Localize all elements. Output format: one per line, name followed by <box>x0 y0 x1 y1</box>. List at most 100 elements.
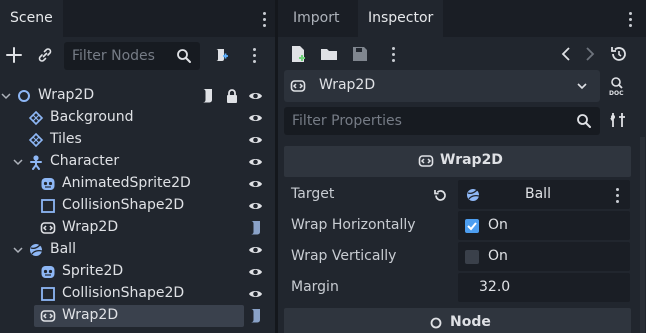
chevron-down-icon <box>577 83 587 90</box>
tree-row[interactable]: AnimatedSprite2D <box>0 173 270 195</box>
visibility-eye-icon[interactable] <box>248 243 263 257</box>
search-icon <box>576 113 592 129</box>
scene-tab-bar: Scene <box>0 0 275 37</box>
tree-item-label: Wrap2D <box>62 307 119 323</box>
collapse-arrow-icon[interactable] <box>0 90 12 102</box>
wrap-horizontally-checkbox[interactable] <box>465 219 479 233</box>
tree-item-label: Ball <box>50 241 76 257</box>
attach-script-icon[interactable] <box>212 46 230 64</box>
ball-icon <box>30 244 43 256</box>
target-value: Ball <box>525 186 551 202</box>
inspector-tools-icon[interactable] <box>609 111 627 129</box>
tree-item-label: Character <box>50 153 120 169</box>
visibility-eye-icon[interactable] <box>248 287 263 301</box>
history-back-icon[interactable] <box>559 45 573 63</box>
tree-row[interactable]: Tiles <box>0 129 270 151</box>
revert-icon[interactable] <box>433 188 448 203</box>
lock-icon[interactable] <box>225 88 239 104</box>
visibility-eye-icon[interactable] <box>248 133 263 147</box>
visibility-eye-icon[interactable] <box>248 265 263 279</box>
tab-import[interactable]: Import <box>283 0 349 37</box>
open-docs-icon[interactable]: DOC <box>608 76 628 96</box>
search-icon <box>176 48 192 64</box>
section-header-wrap2d[interactable]: Wrap2D <box>284 146 631 177</box>
property-label-margin: Margin <box>291 279 339 295</box>
tree-row[interactable]: Background <box>0 107 270 129</box>
tree-row[interactable]: CollisionShape2D <box>0 283 270 305</box>
object-name: Wrap2D <box>319 77 376 93</box>
collision-shape-icon <box>41 199 55 213</box>
collapse-arrow-icon[interactable] <box>12 156 24 168</box>
property-label-wrap-horizontally: Wrap Horizontally <box>291 217 416 233</box>
open-folder-icon[interactable] <box>320 46 338 62</box>
object-history-icon[interactable] <box>610 45 628 63</box>
filter-properties-box <box>284 107 600 135</box>
tree-row[interactable]: Character <box>0 151 270 173</box>
tree-item-label: Tiles <box>50 131 82 147</box>
tree-item-label: CollisionShape2D <box>62 285 185 301</box>
tab-scene[interactable]: Scene <box>0 0 63 37</box>
filter-nodes-box <box>64 42 200 70</box>
svg-text:DOC: DOC <box>609 90 624 96</box>
tilemap-icon <box>28 132 44 148</box>
instance-scene-icon[interactable] <box>36 46 54 64</box>
section-title: Node <box>450 314 491 330</box>
new-resource-icon[interactable] <box>290 45 306 63</box>
visibility-eye-icon[interactable] <box>248 199 263 213</box>
tree-item-label: Background <box>50 109 134 125</box>
resource-menu-icon[interactable] <box>386 43 400 65</box>
object-selector[interactable]: Wrap2D <box>284 70 600 102</box>
margin-spinbox[interactable]: 32.0 <box>458 273 630 302</box>
tree-item-label: CollisionShape2D <box>62 197 185 213</box>
visibility-eye-icon[interactable] <box>248 111 263 125</box>
node-circle-icon <box>18 90 30 102</box>
visibility-eye-icon[interactable] <box>248 155 263 169</box>
wrap2d-icon <box>40 310 56 322</box>
scene-tree-menu-icon[interactable] <box>247 44 261 66</box>
inspector-scrollbar[interactable] <box>640 137 645 333</box>
collapse-arrow-icon[interactable] <box>12 244 24 256</box>
visibility-eye-icon[interactable] <box>248 89 263 103</box>
ball-icon <box>467 189 480 201</box>
wrap-vertically-value: On <box>488 248 508 264</box>
visibility-eye-icon[interactable] <box>248 177 263 191</box>
tab-inspector[interactable]: Inspector <box>358 0 444 37</box>
tree-item-label: Wrap2D <box>38 87 95 103</box>
sprite-icon <box>41 178 55 190</box>
property-label-target: Target <box>291 186 335 202</box>
script-icon[interactable] <box>249 308 263 324</box>
target-node-path-field[interactable]: Ball <box>458 180 630 209</box>
wrap2d-icon <box>40 222 56 234</box>
tree-row-selected[interactable]: Wrap2D <box>0 305 270 327</box>
wrap-horizontally-checkbox-row[interactable]: On <box>458 211 630 240</box>
wrap-vertically-checkbox[interactable] <box>465 250 479 264</box>
inspector-dock-menu-icon[interactable] <box>623 8 637 30</box>
wrap-horizontally-value: On <box>488 217 508 233</box>
script-icon[interactable] <box>249 220 263 236</box>
history-forward-icon[interactable] <box>583 45 597 63</box>
target-menu-icon[interactable] <box>610 184 624 206</box>
filter-properties-input[interactable] <box>284 107 600 135</box>
tree-item-label: Sprite2D <box>62 263 124 279</box>
tree-row[interactable]: Wrap2D <box>0 85 270 107</box>
tree-item-label: Wrap2D <box>62 219 119 235</box>
add-node-icon[interactable] <box>5 46 23 64</box>
section-header-node[interactable]: Node <box>284 308 631 333</box>
node-circle-icon <box>430 317 442 329</box>
save-icon[interactable] <box>352 46 368 62</box>
tree-row[interactable]: CollisionShape2D <box>0 195 270 217</box>
scene-dock-menu-icon[interactable] <box>257 8 271 30</box>
sprite-icon <box>41 266 55 278</box>
wrap-vertically-checkbox-row[interactable]: On <box>458 242 630 271</box>
collision-shape-icon <box>41 287 55 301</box>
checkmark-icon <box>467 222 477 231</box>
tree-row[interactable]: Ball <box>0 239 270 261</box>
script-icon[interactable] <box>201 88 215 104</box>
section-title: Wrap2D <box>440 152 503 168</box>
character-icon <box>30 155 42 170</box>
tree-item-label: AnimatedSprite2D <box>62 175 191 191</box>
wrap2d-icon <box>290 80 306 92</box>
property-label-wrap-vertically: Wrap Vertically <box>291 248 397 264</box>
tree-row[interactable]: Sprite2D <box>0 261 270 283</box>
tree-row[interactable]: Wrap2D <box>0 217 270 239</box>
